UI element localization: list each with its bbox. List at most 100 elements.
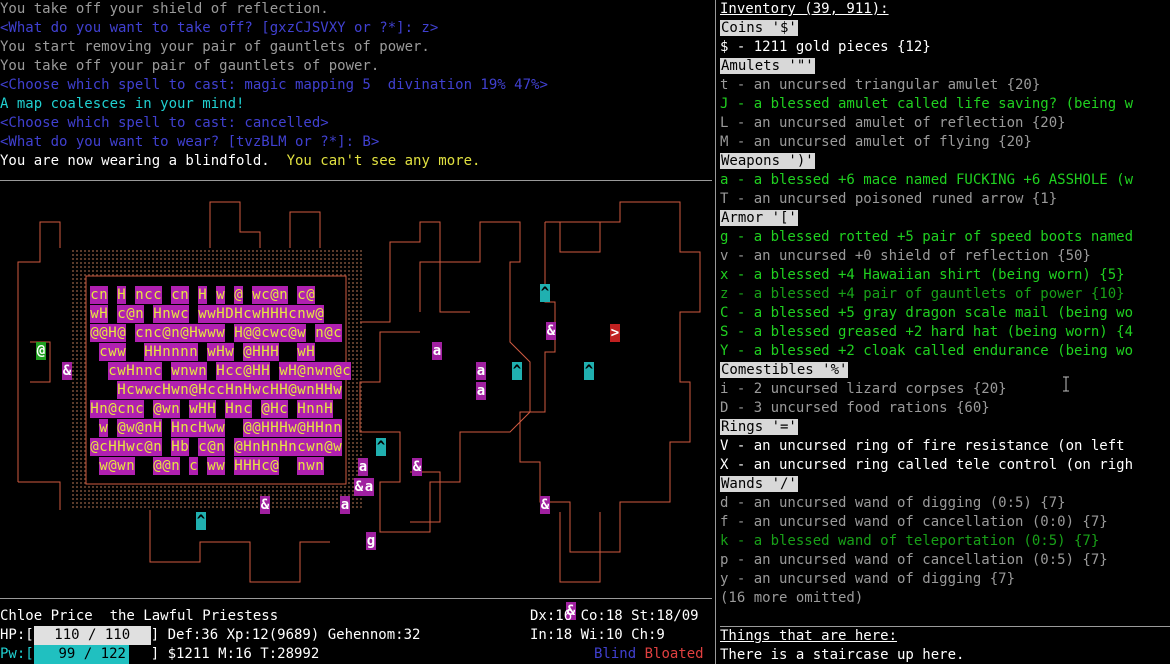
map-glyph: n: [333, 419, 342, 437]
map-glyph: n: [144, 362, 153, 380]
inventory-item[interactable]: t - an uncursed triangular amulet {20}: [720, 76, 1040, 95]
map-glyph: H: [324, 400, 333, 418]
map-glyph: w: [297, 343, 306, 361]
map-glyph: w: [252, 305, 261, 323]
map-glyph: H: [279, 419, 288, 437]
map-tile: &: [354, 478, 364, 496]
hp-row-rest: ] Def:36 Xp:12(9689) Gehennom:32: [150, 627, 421, 643]
map-tile: &: [546, 322, 556, 340]
map-glyph: H: [306, 419, 315, 437]
map-glyph: c: [297, 286, 306, 304]
map-glyph: @: [90, 324, 99, 342]
inventory-item[interactable]: p - an uncursed wand of cancellation (0:…: [720, 551, 1108, 570]
map-glyph: n: [153, 438, 162, 456]
map-glyph: @: [180, 324, 189, 342]
map-glyph: H: [243, 457, 252, 475]
map-glyph: H: [279, 438, 288, 456]
inventory-item[interactable]: L - an uncursed amulet of reflection {20…: [720, 114, 1066, 133]
map-glyph: w: [252, 381, 261, 399]
map-glyph: H: [252, 343, 261, 361]
inventory-item[interactable]: f - an uncursed wand of cancellation (0:…: [720, 513, 1108, 532]
inventory-title: Inventory (39, 911):: [720, 1, 889, 17]
inventory-item[interactable]: T - an uncursed poisoned runed arrow {1}: [720, 190, 1057, 209]
inventory-item[interactable]: z - a blessed +4 pair of gauntlets of po…: [720, 285, 1125, 304]
map-glyph: n: [135, 286, 144, 304]
inventory-item[interactable]: S - a blessed greased +2 hard hat (being…: [720, 323, 1133, 342]
map-glyph: n: [252, 438, 261, 456]
map-glyph: @: [189, 381, 198, 399]
inventory-item[interactable]: V - an uncursed ring of fire resistance …: [720, 437, 1125, 456]
inventory-category-header: Amulets '"': [720, 58, 815, 74]
message-line: A map coalesces in your mind!: [0, 96, 245, 112]
inventory-category-header: Armor '[': [720, 210, 798, 226]
inventory-item[interactable]: M - an uncursed amulet of flying {20}: [720, 133, 1032, 152]
dungeon-map[interactable]: c n Hn c c c n Hw @ w c @ n c @ w Hc @ n Hn w c w w H D Hc w H H Hc n w @…: [0, 182, 712, 620]
map-glyph: w: [216, 324, 225, 342]
map-glyph: H: [153, 419, 162, 437]
map-glyph: H: [306, 343, 315, 361]
map-glyph: w: [315, 362, 324, 380]
map-glyph: w: [297, 324, 306, 342]
inventory-item[interactable]: a - a blessed +6 mace named FUCKING +6 A…: [720, 171, 1133, 190]
map-glyph: w: [252, 286, 261, 304]
message-divider: [0, 180, 712, 181]
map-glyph: c: [135, 400, 144, 418]
map-tile: ^: [196, 512, 206, 530]
map-glyph: H: [162, 381, 171, 399]
map-glyph: H: [234, 457, 243, 475]
map-glyph: c: [243, 400, 252, 418]
cave-middle-inner: [410, 471, 441, 523]
inventory-item[interactable]: C - a blessed +5 gray dragon scale mail …: [720, 304, 1133, 323]
map-glyph: w: [279, 362, 288, 380]
inventory-item[interactable]: $ - 1211 gold pieces {12}: [720, 38, 931, 57]
map-glyph: c: [234, 362, 243, 380]
map-glyph: w: [90, 305, 99, 323]
inventory-item[interactable]: v - an uncursed +0 shield of reflection …: [720, 247, 1091, 266]
map-glyph: c: [261, 381, 270, 399]
map-glyph: @: [207, 438, 216, 456]
inventory-item[interactable]: J - a blessed amulet called life saving?…: [720, 95, 1133, 114]
conditions: Blind Bloated: [594, 645, 704, 664]
inventory-item[interactable]: g - a blessed rotted +5 pair of speed bo…: [720, 228, 1133, 247]
inventory-item[interactable]: d - an uncursed wand of digging (0:5) {7…: [720, 494, 1066, 513]
map-glyph: n: [315, 400, 324, 418]
message-line: <Choose which spell to cast: magic mappi…: [0, 77, 548, 93]
map-glyph: H: [288, 362, 297, 380]
map-glyph: w: [207, 457, 216, 475]
map-glyph: c: [180, 305, 189, 323]
inventory-item[interactable]: k - a blessed wand of teleportation (0:5…: [720, 532, 1099, 551]
inventory-category-header: Coins '$': [720, 20, 798, 36]
map-tile: &: [62, 362, 72, 380]
inventory-item[interactable]: (16 more omitted): [720, 589, 863, 608]
inventory-panel[interactable]: Inventory (39, 911): Coins '$' $ - 1211 g…: [720, 0, 1170, 664]
inventory-item[interactable]: i - 2 uncursed lizard corpses {20}: [720, 380, 1007, 399]
corridor-sw: [18, 481, 61, 510]
map-glyph: H: [216, 305, 225, 323]
inventory-item[interactable]: y - an uncursed wand of digging {7}: [720, 570, 1015, 589]
map-glyph: @: [99, 324, 108, 342]
map-glyph: c: [261, 457, 270, 475]
map-glyph: H: [270, 305, 279, 323]
map-glyph: n: [99, 400, 108, 418]
inventory-item[interactable]: x - a blessed +4 Hawaiian shirt (being w…: [720, 266, 1125, 285]
status-panel: Chloe Price the Lawful Priestess Dx:16 C…: [0, 607, 712, 664]
inventory-item[interactable]: X - an uncursed ring called tele control…: [720, 456, 1133, 475]
inventory-item[interactable]: D - 3 uncursed food rations {60}: [720, 399, 990, 418]
map-glyph: w: [126, 419, 135, 437]
here-text: There is a staircase up here.: [720, 647, 965, 663]
map-glyph: @: [243, 343, 252, 361]
map-tile: &: [260, 496, 270, 514]
inventory-item[interactable]: Y - a blessed +2 cloak called endurance …: [720, 342, 1133, 361]
map-glyph: @: [252, 419, 261, 437]
map-glyph: @: [126, 305, 135, 323]
map-glyph: H: [270, 343, 279, 361]
map-glyph: @: [333, 362, 342, 380]
map-glyph: c: [189, 457, 198, 475]
pw-label: Pw:[: [0, 646, 34, 662]
attributes-row1: Dx:16 Co:18 St:18/09: [530, 608, 699, 624]
map-glyph: n: [180, 419, 189, 437]
message-line: You take off your shield of reflection.: [0, 1, 329, 17]
map-glyph: H: [126, 362, 135, 380]
map-glyph: @: [117, 419, 126, 437]
map-glyph: n: [315, 457, 324, 475]
